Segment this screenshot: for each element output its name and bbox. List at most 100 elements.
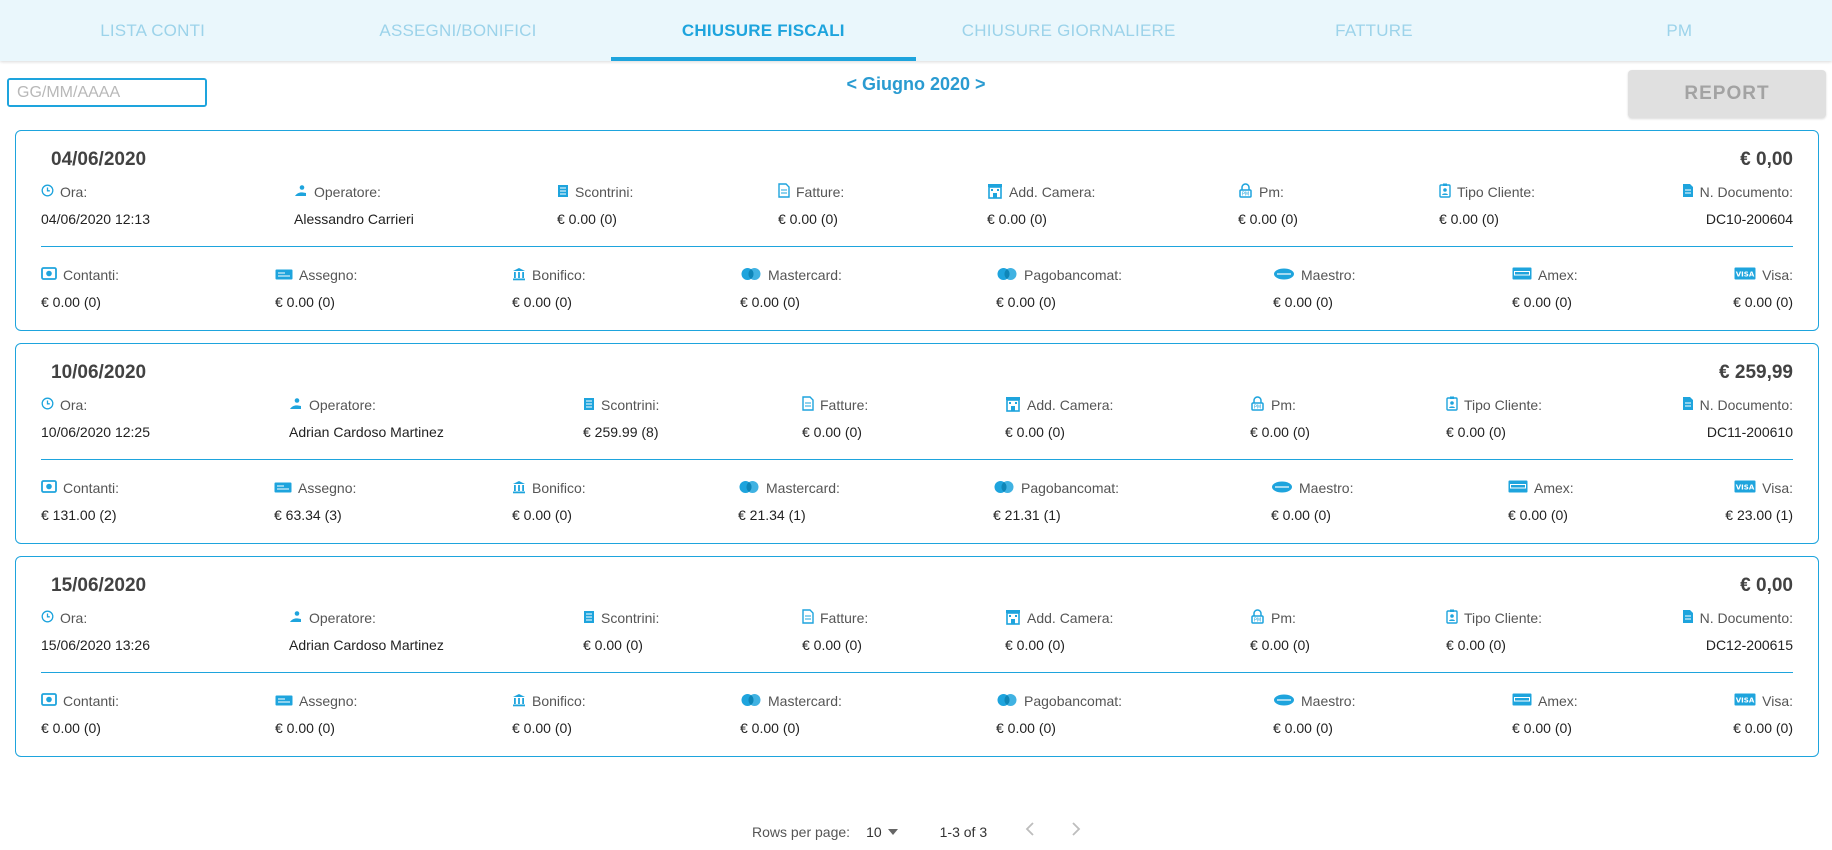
field-label-text: Assegno: [299, 693, 358, 709]
field-operatore: Operatore: Adrian Cardoso Martinez [289, 396, 444, 440]
field-value: € 0.00 (0) [583, 637, 643, 653]
chevron-right-icon [1072, 822, 1081, 836]
closure-card: 10/06/2020 € 259,99 Ora: 10/06/2020 12:25 Op… [15, 343, 1819, 544]
field-value: € 21.34 (1) [738, 507, 806, 523]
field-label-text: Contanti: [63, 480, 120, 496]
prev-month-button[interactable]: < [846, 74, 857, 94]
visa-icon: VISA [1734, 480, 1756, 496]
field-pm: PM Pm: € 0.00 (0) [1250, 609, 1310, 653]
card-divider [41, 672, 1793, 673]
cash-icon [41, 693, 57, 709]
closure-details-row: Ora: 04/06/2020 12:13 Operatore: Alessandro… [41, 183, 1793, 233]
closure-payments-row: Contanti: € 0.00 (0) Assegno: € 0.00 (0) Bon… [41, 266, 1793, 316]
field-tipo-cliente: Tipo Cliente: € 0.00 (0) [1439, 183, 1535, 227]
field-visa: VISA Visa: € 0.00 (0) [1733, 266, 1793, 310]
field-amex: Amex: € 0.00 (0) [1508, 479, 1574, 523]
field-add-camera: Add. Camera: € 0.00 (0) [1005, 396, 1113, 440]
field-mastercard: Mastercard: € 0.00 (0) [740, 266, 842, 310]
field-tipo-cliente: Tipo Cliente: € 0.00 (0) [1446, 609, 1542, 653]
field-label-text: Add. Camera: [1009, 184, 1096, 200]
field-ora: Ora: 04/06/2020 12:13 [41, 183, 150, 227]
field-label: Ora: [41, 183, 150, 201]
field-label: Assegno: [275, 692, 357, 710]
field-label-text: Pagobancomat: [1021, 480, 1120, 496]
mastercard-icon [740, 267, 762, 284]
field-value: € 0.00 (0) [1733, 720, 1793, 736]
field-amex: Amex: € 0.00 (0) [1512, 266, 1578, 310]
field-label: N. Documento: [1682, 183, 1793, 201]
field-label-text: Visa: [1762, 267, 1793, 283]
field-amex: Amex: € 0.00 (0) [1512, 692, 1578, 736]
field-pagobancomat: Pagobancomat: € 0.00 (0) [996, 266, 1122, 310]
next-page-button[interactable] [1071, 822, 1081, 841]
prev-page-button[interactable] [1025, 822, 1035, 841]
field-value: € 63.34 (3) [274, 507, 342, 523]
field-value: € 0.00 (0) [1508, 507, 1568, 523]
lock-icon: PM [1238, 183, 1253, 201]
field-label-text: Operatore: [314, 184, 381, 200]
svg-text:VISA: VISA [1736, 484, 1755, 492]
bank-icon [512, 480, 526, 497]
receipt-icon [583, 610, 595, 627]
field-value: € 0.00 (0) [778, 211, 838, 227]
document-icon [1682, 396, 1694, 414]
clock-icon [41, 184, 54, 200]
field-label: VISA Visa: [1733, 266, 1793, 284]
field-label-text: Fatture: [820, 397, 869, 413]
chevron-left-icon [1025, 822, 1034, 836]
field-operatore: Operatore: Adrian Cardoso Martinez [289, 609, 444, 653]
field-label-text: Fatture: [796, 184, 845, 200]
field-value: € 0.00 (0) [512, 294, 572, 310]
field-label: Amex: [1512, 692, 1578, 710]
closure-card: 04/06/2020 € 0,00 Ora: 04/06/2020 12:13 Oper… [15, 130, 1819, 331]
tab-assegni-bonifici[interactable]: ASSEGNI/BONIFICI [305, 0, 610, 61]
caret-down-icon [887, 828, 898, 835]
field-label-text: Ora: [60, 184, 88, 200]
field-value: € 0.00 (0) [1250, 424, 1310, 440]
field-label: Tipo Cliente: [1439, 183, 1535, 201]
field-scontrini: Scontrini: € 259.99 (8) [583, 396, 659, 440]
field-value: DC11-200610 [1706, 424, 1793, 440]
field-n-documento: N. Documento: DC11-200610 [1682, 396, 1793, 440]
field-label-text: Pm: [1271, 610, 1296, 626]
field-contanti: Contanti: € 0.00 (0) [41, 266, 119, 310]
amex-icon [1512, 267, 1532, 283]
tab-lista-conti[interactable]: LISTA CONTI [0, 0, 305, 61]
field-bonifico: Bonifico: € 0.00 (0) [512, 266, 586, 310]
field-mastercard: Mastercard: € 21.34 (1) [738, 479, 840, 523]
field-label: Pagobancomat: [993, 479, 1119, 497]
field-label: Bonifico: [512, 266, 586, 284]
field-value: € 0.00 (0) [41, 294, 101, 310]
tab-chiusure-fiscali[interactable]: CHIUSURE FISCALI [610, 0, 917, 61]
field-value: € 0.00 (0) [1733, 294, 1793, 310]
field-value: € 259.99 (8) [583, 424, 659, 440]
field-label-text: Scontrini: [601, 397, 660, 413]
field-value: € 0.00 (0) [1439, 211, 1499, 227]
rows-per-page-select[interactable]: 10 [866, 824, 898, 840]
field-label: Tipo Cliente: [1446, 396, 1542, 414]
next-month-button[interactable]: > [975, 74, 986, 94]
tab-fatture[interactable]: FATTURE [1221, 0, 1526, 61]
closure-card: 15/06/2020 € 0,00 Ora: 15/06/2020 13:26 Oper… [15, 556, 1819, 757]
pagination-range: 1-3 of 3 [939, 823, 988, 840]
field-label: Fatture: [778, 183, 844, 201]
field-maestro: Maestro: € 0.00 (0) [1271, 479, 1353, 523]
field-value: Alessandro Carrieri [294, 211, 414, 227]
field-label: Add. Camera: [1005, 609, 1113, 627]
field-value: € 0.00 (0) [802, 424, 862, 440]
invoice-icon [802, 396, 814, 414]
field-label-text: Add. Camera: [1027, 610, 1114, 626]
month-label: Giugno 2020 [861, 74, 971, 94]
field-label-text: Pagobancomat: [1024, 693, 1123, 709]
tab-chiusure-giornaliere[interactable]: CHIUSURE GIORNALIERE [916, 0, 1221, 61]
receipt-icon [557, 184, 569, 201]
field-label-text: Amex: [1534, 480, 1574, 496]
check-icon [274, 480, 292, 496]
tab-pm[interactable]: PM [1527, 0, 1832, 61]
field-label: Bonifico: [512, 692, 586, 710]
report-button[interactable]: REPORT [1628, 70, 1826, 118]
field-value: € 0.00 (0) [1005, 424, 1065, 440]
field-label-text: N. Documento: [1699, 184, 1793, 200]
field-label: Fatture: [802, 609, 868, 627]
field-visa: VISA Visa: € 0.00 (0) [1733, 692, 1793, 736]
